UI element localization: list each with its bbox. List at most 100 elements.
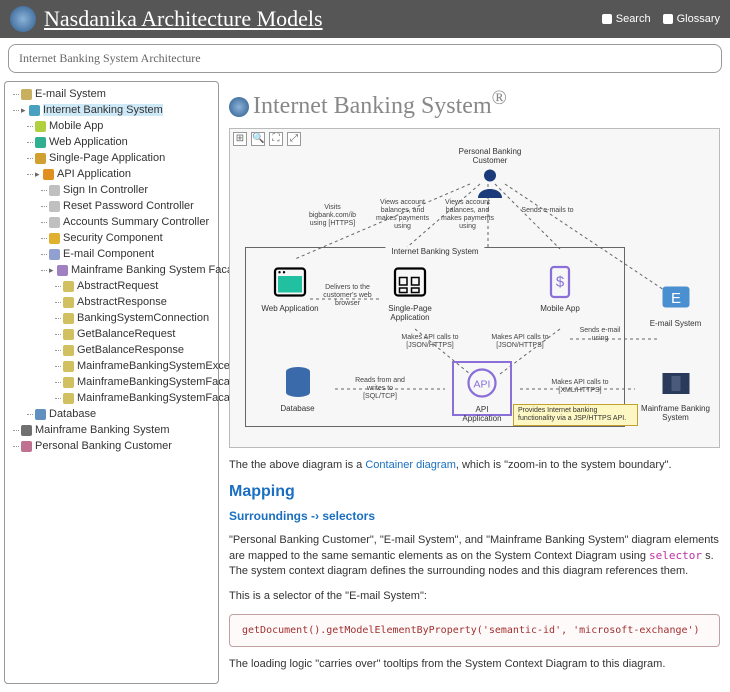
node-mobile[interactable]: $ Mobile App	[530, 264, 590, 313]
api-icon	[43, 169, 54, 180]
edge-sends: Sends e-mails to	[520, 207, 575, 215]
class-icon	[63, 345, 74, 356]
component-icon	[49, 249, 60, 260]
tree-item-conn[interactable]: BankingSystemConnection	[63, 310, 216, 326]
class-icon	[63, 313, 74, 324]
edge-visits: Visits bigbank.com/ib using [HTTPS]	[305, 204, 360, 228]
browser-icon	[272, 264, 308, 300]
edge-api1: Makes API calls to [JSON/HTTPS]	[400, 334, 460, 350]
api-icon: API	[464, 365, 500, 401]
diagram-toolbar: ⊞ 🔍 ⛶ ⤢	[233, 132, 301, 146]
tree-item-reset[interactable]: Reset Password Controller	[49, 198, 216, 214]
database-icon	[35, 409, 46, 420]
tree-item-absreq[interactable]: AbstractRequest	[63, 278, 216, 294]
node-spa[interactable]: Single-Page Application	[380, 264, 440, 322]
search-link[interactable]: Search	[602, 13, 651, 25]
tree-item-exc[interactable]: MainframeBankingSystemException	[63, 358, 216, 374]
system-icon	[29, 105, 40, 116]
node-mainframe[interactable]: Mainframe Banking System	[638, 364, 713, 422]
tree-item-absres[interactable]: AbstractResponse	[63, 294, 216, 310]
edge-reads: Reads from and writes to [SQL/TCP]	[350, 377, 410, 401]
node-email[interactable]: E E-mail System	[648, 279, 703, 328]
tree-item-gbres[interactable]: GetBalanceResponse	[63, 342, 216, 358]
node-customer[interactable]: Personal Banking Customer	[455, 147, 525, 205]
controller-icon	[49, 185, 60, 196]
tree-item-api[interactable]: ▸API Application Sign In Controller Rese…	[35, 166, 216, 406]
tree-item-gbreq[interactable]: GetBalanceRequest	[63, 326, 216, 342]
selector-code: selector	[649, 549, 702, 562]
person-icon	[21, 441, 32, 452]
edge-delivers: Delivers to the customer's web browser	[320, 284, 375, 308]
api-tooltip: Provides Internet banking functionality …	[513, 404, 638, 426]
mapping-heading: Mapping	[229, 483, 720, 501]
class-icon	[63, 281, 74, 292]
tree-item-web[interactable]: Web Application	[35, 134, 216, 150]
tree-item-db[interactable]: Database	[35, 406, 216, 422]
edge-api2: Makes API calls to [JSON/HTTPS]	[490, 334, 550, 350]
email-icon: E	[658, 279, 694, 315]
mobile-icon: $	[542, 264, 578, 300]
mainframe-icon	[21, 425, 32, 436]
tree-item-accounts[interactable]: Accounts Summary Controller	[49, 214, 216, 230]
class-icon	[63, 297, 74, 308]
search-icon[interactable]: 🔍	[251, 132, 265, 146]
spa-icon	[392, 264, 428, 300]
class-icon	[63, 393, 74, 404]
page-title-icon	[229, 97, 249, 117]
tree-item-emailcmp[interactable]: E-mail Component	[49, 246, 216, 262]
container-diagram-link[interactable]: Container diagram	[365, 459, 456, 471]
svg-text:API: API	[474, 379, 491, 391]
tree-item-email[interactable]: E-mail System	[21, 86, 216, 102]
tree-item-ibs[interactable]: ▸Internet Banking System Mobile App Web …	[21, 102, 216, 422]
mainframe-icon	[658, 364, 694, 400]
zoom-icon[interactable]: ⊞	[233, 132, 247, 146]
edge-sends2: Sends e-mail using	[575, 327, 625, 343]
tree-item-signin[interactable]: Sign In Controller	[49, 182, 216, 198]
container-diagram[interactable]: ⊞ 🔍 ⛶ ⤢ Personal Banking Custom	[229, 128, 720, 448]
glossary-link[interactable]: Glossary	[663, 13, 720, 25]
class-icon	[63, 329, 74, 340]
carryover-paragraph: The loading logic "carries over" tooltip…	[229, 657, 720, 672]
web-icon	[35, 137, 46, 148]
person-icon	[472, 165, 508, 201]
node-api[interactable]: API API Application	[452, 361, 512, 416]
app-header: Nasdanika Architecture Models Search Glo…	[0, 0, 730, 38]
edge-views2: Views account balances, and makes paymen…	[440, 199, 495, 231]
node-web[interactable]: Web Application	[260, 264, 320, 313]
tree-item-mainframe[interactable]: Mainframe Banking System	[21, 422, 216, 438]
edge-views1: Views account balances, and makes paymen…	[375, 199, 430, 231]
mapping-paragraph: "Personal Banking Customer", "E-mail Sys…	[229, 533, 720, 579]
code-block[interactable]: getDocument().getModelElementByProperty(…	[229, 614, 720, 647]
class-icon	[63, 377, 74, 388]
spa-icon	[35, 153, 46, 164]
security-icon	[49, 233, 60, 244]
logo-icon	[10, 6, 36, 32]
controller-icon	[49, 201, 60, 212]
controller-icon	[49, 217, 60, 228]
tree-item-mobile[interactable]: Mobile App	[35, 118, 216, 134]
class-icon	[63, 361, 74, 372]
envelope-icon	[21, 89, 32, 100]
tree-item-spa[interactable]: Single-Page Application	[35, 150, 216, 166]
facade-icon	[57, 265, 68, 276]
fit-icon[interactable]: ⛶	[269, 132, 283, 146]
content-pane: Internet Banking System® ⊞ 🔍 ⛶ ⤢	[219, 79, 730, 686]
breadcrumb[interactable]: Internet Banking System Architecture	[8, 44, 722, 73]
database-icon	[280, 364, 316, 400]
tree-item-fac[interactable]: MainframeBankingSystemFacade	[63, 374, 216, 390]
page-title: Internet Banking System®	[229, 87, 720, 120]
selector-intro: This is a selector of the "E-mail System…	[229, 589, 720, 604]
tree-item-facade[interactable]: ▸Mainframe Banking System Facade Abstrac…	[49, 262, 216, 406]
tree-item-customer[interactable]: Personal Banking Customer	[21, 438, 216, 454]
surroundings-heading: Surroundings -› selectors	[229, 509, 720, 523]
fullscreen-icon[interactable]: ⤢	[287, 132, 301, 146]
node-db[interactable]: Database	[270, 364, 325, 413]
edge-xml: Makes API calls to [XML/HTTPS]	[550, 379, 610, 395]
svg-text:E: E	[670, 290, 680, 307]
svg-text:$: $	[556, 274, 565, 291]
nav-tree: E-mail System ▸Internet Banking System M…	[4, 81, 219, 684]
tree-item-security[interactable]: Security Component	[49, 230, 216, 246]
app-title[interactable]: Nasdanika Architecture Models	[44, 6, 590, 32]
tree-item-facimpl[interactable]: MainframeBankingSystemFacadeImpl	[63, 390, 216, 406]
intro-paragraph: The the above diagram is a Container dia…	[229, 458, 720, 473]
